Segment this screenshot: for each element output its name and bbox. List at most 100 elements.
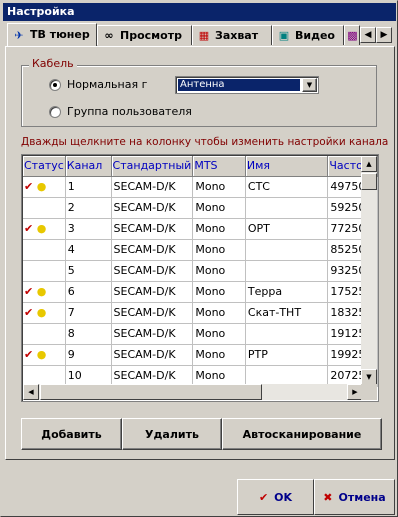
table-row[interactable]: ✔ ● 3 SECAM-D/K Mono ОРТ 77250 <box>23 218 378 240</box>
col-header-channel[interactable]: Канал <box>65 156 112 177</box>
col-header-standard[interactable]: Стандартный <box>111 156 194 177</box>
table-row[interactable]: 4 SECAM-D/K Mono 85250 <box>23 239 378 261</box>
table-row[interactable]: 10 SECAM-D/K Mono 20725 <box>23 365 378 387</box>
col-header-name[interactable]: Имя <box>245 156 329 177</box>
name-cell[interactable] <box>245 239 329 261</box>
name-cell[interactable]: ОРТ <box>245 218 329 240</box>
mts-cell[interactable]: Mono <box>192 281 246 303</box>
horizontal-scrollbar[interactable]: ◀ ▶ <box>23 384 363 400</box>
table-row[interactable]: ✔ ● 6 SECAM-D/K Mono Терра 17525 <box>23 281 378 303</box>
horizontal-scroll-thumb[interactable] <box>40 384 262 400</box>
radio-button[interactable] <box>49 78 61 91</box>
col-header-status[interactable]: Статус <box>23 156 66 177</box>
status-cell[interactable]: ✔ ● <box>23 302 66 324</box>
tab-strip: ✈ ТВ тюнер ∞ Просмотр ▦ Захват ▣ Видео ▩… <box>5 23 395 47</box>
mts-cell[interactable]: Mono <box>192 260 246 282</box>
lightbulb-icon: ● <box>33 285 47 298</box>
status-cell[interactable] <box>23 260 66 282</box>
mts-cell[interactable]: Mono <box>192 344 246 366</box>
radio-button[interactable] <box>49 105 61 118</box>
channel-cell[interactable]: 5 <box>65 260 112 282</box>
name-cell[interactable] <box>245 197 329 219</box>
autoscan-button[interactable]: Автосканирование <box>222 418 382 450</box>
status-cell[interactable] <box>23 365 66 387</box>
table-row[interactable]: 8 SECAM-D/K Mono 19125 <box>23 323 378 345</box>
mts-cell[interactable]: Mono <box>192 197 246 219</box>
name-cell[interactable]: Скат-ТНТ <box>245 302 329 324</box>
scroll-up-button[interactable]: ▲ <box>361 156 377 172</box>
standard-cell[interactable]: SECAM-D/K <box>111 323 194 345</box>
status-cell[interactable] <box>23 197 66 219</box>
arrow-down-icon: ▼ <box>366 373 372 381</box>
status-cell[interactable]: ✔ ● <box>23 281 66 303</box>
tab-view[interactable]: ∞ Просмотр <box>97 25 192 45</box>
status-cell[interactable]: ✔ ● <box>23 218 66 240</box>
standard-cell[interactable]: SECAM-D/K <box>111 302 194 324</box>
standard-cell[interactable]: SECAM-D/K <box>111 365 194 387</box>
channel-cell[interactable]: 7 <box>65 302 112 324</box>
status-cell[interactable]: ✔ ● <box>23 344 66 366</box>
table-row[interactable]: ✔ ● 9 SECAM-D/K Mono РТР 19925 <box>23 344 378 366</box>
tab-label: ТВ тюнер <box>30 28 90 41</box>
scroll-down-button[interactable]: ▼ <box>361 369 377 385</box>
tab-tv-tuner[interactable]: ✈ ТВ тюнер <box>7 23 97 46</box>
scroll-thumb[interactable] <box>361 173 377 190</box>
channel-cell[interactable]: 8 <box>65 323 112 345</box>
cancel-button[interactable]: ✖ Отмена <box>314 479 395 515</box>
channel-cell[interactable]: 1 <box>65 176 112 198</box>
cancel-label: Отмена <box>338 490 386 504</box>
table-row[interactable]: ✔ ● 1 SECAM-D/K Mono СТС 49750 <box>23 176 378 198</box>
table-row[interactable]: 5 SECAM-D/K Mono 93250 <box>23 260 378 282</box>
close-icon: ✖ <box>323 490 333 504</box>
name-cell[interactable]: РТР <box>245 344 329 366</box>
col-header-mts[interactable]: MTS <box>192 156 246 177</box>
status-cell[interactable] <box>23 239 66 261</box>
standard-cell[interactable]: SECAM-D/K <box>111 281 194 303</box>
name-cell[interactable]: СТС <box>245 176 329 198</box>
name-cell[interactable] <box>245 260 329 282</box>
vertical-scrollbar[interactable]: ▲ ▼ <box>361 156 377 385</box>
channel-cell[interactable]: 4 <box>65 239 112 261</box>
delete-button[interactable]: Удалить <box>122 418 222 450</box>
standard-cell[interactable]: SECAM-D/K <box>111 344 194 366</box>
channel-cell[interactable]: 9 <box>65 344 112 366</box>
ok-button[interactable]: ✔ OK <box>237 479 314 515</box>
name-cell[interactable] <box>245 365 329 387</box>
status-cell[interactable]: ✔ ● <box>23 176 66 198</box>
check-icon: ✔ <box>258 490 269 504</box>
add-button[interactable]: Добавить <box>21 418 122 450</box>
channel-cell[interactable]: 2 <box>65 197 112 219</box>
standard-cell[interactable]: SECAM-D/K <box>111 239 194 261</box>
name-cell[interactable] <box>245 323 329 345</box>
mts-cell[interactable]: Mono <box>192 302 246 324</box>
channel-table[interactable]: Статус Канал Стандартный MTS Имя Частота… <box>21 154 379 402</box>
radio-user-group[interactable]: Группа пользователя <box>49 105 192 118</box>
standard-cell[interactable]: SECAM-D/K <box>111 197 194 219</box>
dropdown-button[interactable]: ▼ <box>302 78 317 92</box>
lightbulb-icon: ● <box>33 222 47 235</box>
tab-video[interactable]: ▣ Видео <box>272 25 344 45</box>
mts-cell[interactable]: Mono <box>192 365 246 387</box>
channel-cell[interactable]: 10 <box>65 365 112 387</box>
status-cell[interactable] <box>23 323 66 345</box>
scroll-left-button[interactable]: ◀ <box>23 384 39 400</box>
table-row[interactable]: 2 SECAM-D/K Mono 59250 <box>23 197 378 219</box>
tab-scroll-right-button[interactable]: ▶ <box>376 27 392 43</box>
name-cell[interactable]: Терра <box>245 281 329 303</box>
channel-cell[interactable]: 6 <box>65 281 112 303</box>
mts-cell[interactable]: Mono <box>192 176 246 198</box>
channel-cell[interactable]: 3 <box>65 218 112 240</box>
tab-scroll-left-button[interactable]: ◀ <box>360 27 376 43</box>
standard-cell[interactable]: SECAM-D/K <box>111 176 194 198</box>
tab-capture[interactable]: ▦ Захват <box>192 25 272 45</box>
tab-more[interactable]: ▩ <box>344 25 360 45</box>
tab-label: Видео <box>295 28 335 42</box>
mts-cell[interactable]: Mono <box>192 239 246 261</box>
radio-normal[interactable]: Нормальная г <box>49 78 147 91</box>
mts-cell[interactable]: Mono <box>192 323 246 345</box>
mts-cell[interactable]: Mono <box>192 218 246 240</box>
standard-cell[interactable]: SECAM-D/K <box>111 218 194 240</box>
antenna-dropdown[interactable]: Антенна ▼ <box>175 76 319 94</box>
standard-cell[interactable]: SECAM-D/K <box>111 260 194 282</box>
table-row[interactable]: ✔ ● 7 SECAM-D/K Mono Скат-ТНТ 18325 <box>23 302 378 324</box>
